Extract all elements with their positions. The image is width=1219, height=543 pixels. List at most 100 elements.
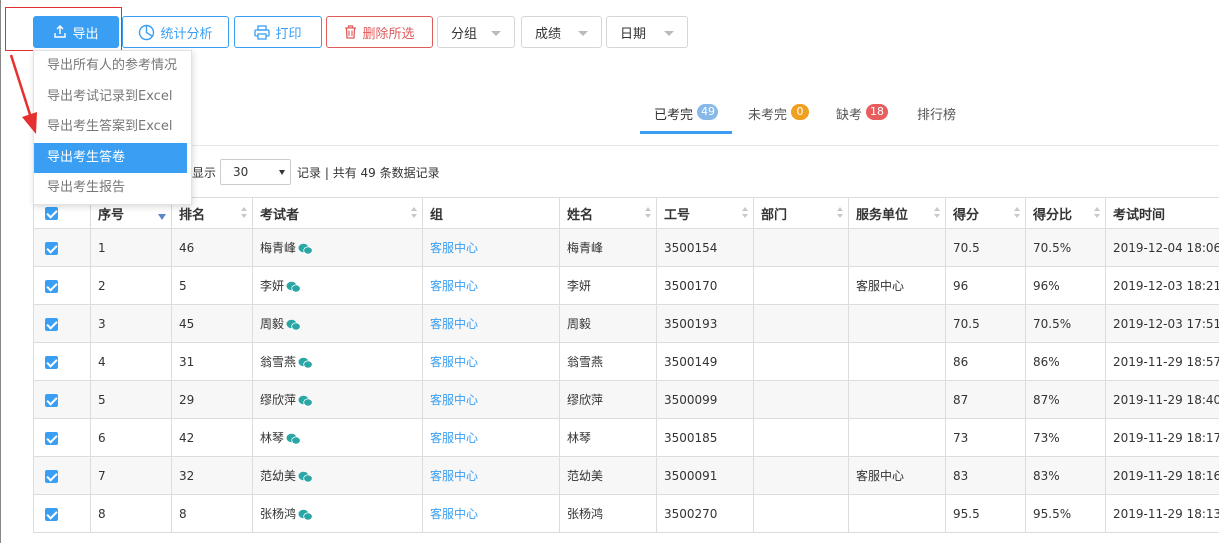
header-exam-time[interactable]: 考试时间	[1105, 197, 1219, 229]
cell-score-ratio-text: 70.5%	[1033, 316, 1072, 331]
cell-examinee[interactable]: 周毅	[252, 304, 423, 343]
cell-employee-id-text: 3500091	[664, 468, 718, 483]
row-checkbox-cell[interactable]	[33, 494, 91, 533]
header-department[interactable]: 部门	[753, 197, 849, 229]
cell-examinee[interactable]: 梅青峰	[252, 228, 423, 267]
cell-group[interactable]: 客服中心	[422, 304, 560, 343]
cell-department	[753, 456, 849, 495]
row-checkbox-cell[interactable]	[33, 304, 91, 343]
cell-rank: 46	[171, 228, 253, 267]
page-size-select[interactable]: 30	[220, 159, 292, 185]
cell-group[interactable]: 客服中心	[422, 342, 560, 381]
wechat-icon	[298, 395, 313, 406]
cell-group-text: 客服中心	[430, 317, 479, 331]
menu-item-export-answers-excel[interactable]: 导出考生答案到Excel	[34, 112, 191, 143]
cell-examinee[interactable]: 林琴	[252, 418, 423, 457]
cell-employee-id-text: 3500185	[664, 430, 718, 445]
print-button[interactable]: 打印	[234, 16, 322, 48]
row-checkbox-cell[interactable]	[33, 418, 91, 457]
cell-score: 96	[945, 266, 1026, 305]
checkbox-checked-icon[interactable]	[45, 355, 58, 369]
cell-seq: 7	[90, 456, 172, 495]
table-row[interactable]: 7 32 范幼美 客服中心 范幼美 3500091 客服中心 83 83% 2019-11-29 …	[33, 456, 1219, 495]
row-checkbox-cell[interactable]	[33, 266, 91, 305]
page-size-control: 显示 30 记录 | 共有 49 条数据记录	[192, 159, 440, 185]
tab-not-completed[interactable]: 未考完 0	[748, 100, 810, 134]
cell-examinee[interactable]: 李妍	[252, 266, 423, 305]
cell-score-ratio: 70.5%	[1025, 304, 1106, 343]
checkbox-checked-icon[interactable]	[45, 393, 58, 407]
tab-completed[interactable]: 已考完 49	[640, 100, 732, 134]
cell-seq-text: 7	[98, 468, 106, 483]
header-employee-id[interactable]: 工号	[656, 197, 754, 229]
group-dropdown[interactable]: 分组	[437, 16, 515, 48]
date-dropdown[interactable]: 日期	[606, 16, 688, 48]
checkbox-checked-icon[interactable]	[45, 317, 58, 331]
cell-score-text: 83	[953, 468, 969, 483]
table-row[interactable]: 1 46 梅青峰 客服中心 梅青峰 3500154 70.5 70.5% 2019-12-04 …	[33, 228, 1219, 267]
table-row[interactable]: 2 5 李妍 客服中心 李妍 3500170 客服中心 96 96% 2019-12-03 18:…	[33, 266, 1219, 305]
cell-score-ratio-text: 73%	[1033, 430, 1060, 445]
cell-seq-text: 2	[98, 278, 106, 293]
cell-service-unit-text: 客服中心	[856, 279, 905, 293]
menu-item-export-answer-sheets[interactable]: 导出考生答卷	[34, 142, 187, 173]
table-row[interactable]: 8 8 张杨鸿 客服中心 张杨鸿 3500270 95.5 95.5% 2019-11-29 1…	[33, 494, 1219, 533]
score-dropdown[interactable]: 成绩	[521, 16, 602, 48]
cell-exam-time-text: 2019-11-29 18:16:0	[1113, 468, 1219, 483]
row-checkbox-cell[interactable]	[33, 228, 91, 267]
menu-item-export-all-participation[interactable]: 导出所有人的参考情况	[34, 51, 191, 82]
header-service-unit[interactable]: 服务单位	[848, 197, 946, 229]
cell-examinee[interactable]: 张杨鸿	[252, 494, 423, 533]
cell-group[interactable]: 客服中心	[422, 494, 560, 533]
wechat-icon	[286, 319, 301, 330]
cell-examinee[interactable]: 缪欣萍	[252, 380, 423, 419]
table-row[interactable]: 3 45 周毅 客服中心 周毅 3500193 70.5 70.5% 2019-12-03 17…	[33, 304, 1219, 343]
cell-group[interactable]: 客服中心	[422, 456, 560, 495]
table-row[interactable]: 5 29 缪欣萍 客服中心 缪欣萍 3500099 87 87% 2019-11-29 18:4…	[33, 380, 1219, 419]
stats-analysis-button[interactable]: 统计分析	[122, 16, 229, 48]
cell-group[interactable]: 客服中心	[422, 380, 560, 419]
cell-score-ratio: 95.5%	[1025, 494, 1106, 533]
cell-rank: 29	[171, 380, 253, 419]
header-name[interactable]: 姓名	[559, 197, 657, 229]
cell-group-text: 客服中心	[430, 279, 479, 293]
cell-score: 87	[945, 380, 1026, 419]
cell-department	[753, 228, 849, 267]
cell-service-unit	[848, 304, 946, 343]
cell-group[interactable]: 客服中心	[422, 418, 560, 457]
delete-selected-button[interactable]: 删除所选	[326, 16, 433, 48]
tab-ranking[interactable]: 排行榜	[917, 100, 956, 134]
cell-rank-text: 45	[179, 316, 195, 331]
header-score[interactable]: 得分	[945, 197, 1026, 229]
header-department-label: 部门	[761, 207, 788, 223]
menu-item-export-reports[interactable]: 导出考生报告	[34, 173, 191, 204]
tab-absent[interactable]: 缺考 18	[836, 100, 889, 134]
cell-score-ratio-text: 95.5%	[1033, 506, 1072, 521]
cell-group[interactable]: 客服中心	[422, 266, 560, 305]
row-checkbox-cell[interactable]	[33, 380, 91, 419]
checkbox-checked-icon[interactable]	[45, 507, 58, 521]
cell-score-ratio: 83%	[1025, 456, 1106, 495]
cell-examinee[interactable]: 翁雪燕	[252, 342, 423, 381]
trash-icon	[345, 25, 357, 39]
checkbox-checked-icon[interactable]	[45, 241, 58, 255]
header-score-ratio[interactable]: 得分比	[1025, 197, 1106, 229]
cell-examinee[interactable]: 范幼美	[252, 456, 423, 495]
header-group[interactable]: 组	[422, 197, 560, 229]
cell-group[interactable]: 客服中心	[422, 228, 560, 267]
table-row[interactable]: 6 42 林琴 客服中心 林琴 3500185 73 73% 2019-11-29 18:17:…	[33, 418, 1219, 457]
checkbox-checked-icon[interactable]	[45, 431, 58, 445]
checkbox-checked-icon[interactable]	[45, 469, 58, 483]
header-examinee[interactable]: 考试者	[252, 197, 423, 229]
window-border	[0, 0, 1, 543]
group-dropdown-label: 分组	[451, 26, 478, 42]
checkbox-checked-icon[interactable]	[45, 279, 58, 293]
cell-exam-time-text: 2019-11-29 18:40:1	[1113, 392, 1219, 407]
row-checkbox-cell[interactable]	[33, 456, 91, 495]
export-button[interactable]: 导出	[33, 16, 119, 48]
cell-score-ratio: 87%	[1025, 380, 1106, 419]
table-row[interactable]: 4 31 翁雪燕 客服中心 翁雪燕 3500149 86 86% 2019-11-29 18:5…	[33, 342, 1219, 381]
checkbox-checked-icon[interactable]	[45, 206, 58, 220]
row-checkbox-cell[interactable]	[33, 342, 91, 381]
menu-item-export-records-excel[interactable]: 导出考试记录到Excel	[34, 82, 191, 113]
